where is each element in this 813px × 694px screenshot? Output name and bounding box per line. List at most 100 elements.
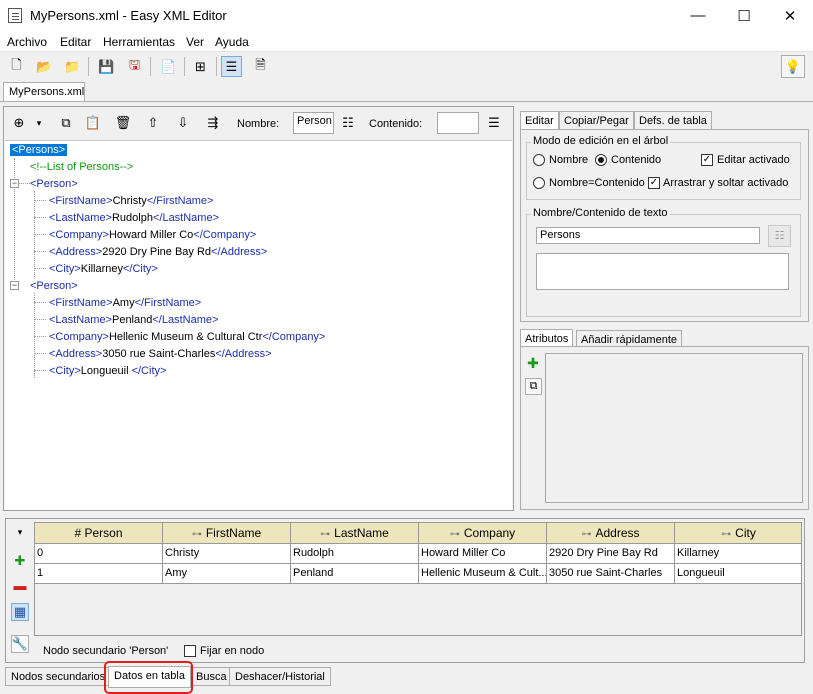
add-row-icon[interactable]: ✚ xyxy=(11,552,29,570)
tab-busca[interactable]: Busca xyxy=(190,667,233,686)
tree-node-address[interactable]: <Address>3050 rue Saint-Charles</Address… xyxy=(49,346,272,362)
add-child-icon[interactable]: ⇶ xyxy=(203,113,223,133)
name-content-input[interactable]: Persons xyxy=(536,227,760,244)
table-cell[interactable]: 2920 Dry Pine Bay Rd xyxy=(547,544,675,564)
tab-atributos[interactable]: Atributos xyxy=(520,329,574,347)
radio-nombre-contenido[interactable] xyxy=(533,177,545,189)
tab-deshacer-historial[interactable]: Deshacer/Historial xyxy=(229,667,331,686)
collapse-icon[interactable]: − xyxy=(10,179,19,188)
col-header-person[interactable]: # Person xyxy=(35,523,163,544)
node-value: Amy xyxy=(112,297,135,309)
table-cell[interactable]: 0 xyxy=(35,544,163,564)
name-input[interactable]: Person xyxy=(293,112,334,134)
tree-node-firstname[interactable]: <FirstName>Amy</FirstName> xyxy=(49,295,201,311)
move-up-icon[interactable]: ⇧ xyxy=(143,113,163,133)
tree-node-city[interactable]: <City>Longueuil </City> xyxy=(49,363,166,379)
col-header-address[interactable]: ⊶ Address xyxy=(547,523,675,544)
menu-editar[interactable]: Editar xyxy=(60,35,91,49)
table-cell[interactable]: Rudolph xyxy=(291,544,419,564)
edit-mode-group: Modo de edición en el árbol Nombre Conte… xyxy=(526,135,801,200)
document-icon[interactable]: 🗎 xyxy=(250,56,271,77)
add-attribute-icon[interactable]: ✚ xyxy=(525,355,541,371)
move-down-icon[interactable]: ⇩ xyxy=(173,113,193,133)
tree-node-company[interactable]: <Company>Hellenic Museum & Cultural Ctr<… xyxy=(49,329,325,345)
table-cell[interactable]: Longueuil xyxy=(675,564,801,584)
tree-node-firstname[interactable]: <FirstName>Christy</FirstName> xyxy=(49,193,213,209)
delete-icon[interactable]: 🗑 xyxy=(113,113,133,133)
table-cell[interactable]: Penland xyxy=(291,564,419,584)
menu-archivo[interactable]: Archivo xyxy=(7,35,47,49)
text-align-icon[interactable]: ☰ xyxy=(484,113,504,133)
tree-node-lastname[interactable]: <LastName>Rudolph</LastName> xyxy=(49,210,219,226)
copy-attributes-icon[interactable]: ⧉ xyxy=(525,378,542,395)
attributes-list[interactable] xyxy=(545,353,803,503)
element-icon: ⊶ xyxy=(320,529,331,540)
chevron-down-icon[interactable]: ▾ xyxy=(11,523,29,541)
table-view-icon[interactable]: ▦ xyxy=(11,603,29,621)
tree-node-comment[interactable]: <!--List of Persons--> xyxy=(30,159,133,175)
add-node-icon[interactable]: ⊕ xyxy=(9,113,29,133)
col-header-lastname[interactable]: ⊶ LastName xyxy=(291,523,419,544)
radio-nombre[interactable] xyxy=(533,154,545,166)
table-cell[interactable]: Amy xyxy=(163,564,291,584)
menu-herramientas[interactable]: Herramientas xyxy=(103,35,175,49)
node-value: 2920 Dry Pine Bay Rd xyxy=(102,246,212,258)
tree-structure-icon[interactable]: ⊞ xyxy=(190,56,211,77)
content-label: Contenido: xyxy=(369,118,423,130)
open-folder-icon[interactable]: 📂 xyxy=(34,56,55,77)
save-all-icon[interactable]: 🖫 xyxy=(124,56,145,77)
content-input[interactable] xyxy=(437,112,479,134)
tab-defs-tabla[interactable]: Defs. de tabla xyxy=(634,111,712,129)
collapse-icon[interactable]: − xyxy=(10,281,19,290)
tree-node-lastname[interactable]: <LastName>Penland</LastName> xyxy=(49,312,218,328)
lightbulb-icon[interactable]: 💡 xyxy=(781,55,805,78)
tree-node-root[interactable]: <Persons> xyxy=(10,142,68,158)
remove-row-icon[interactable]: ▬ xyxy=(11,576,29,594)
tree-node-city[interactable]: <City>Killarney</City> xyxy=(49,261,158,277)
text-align-icon[interactable]: ☰ xyxy=(221,56,242,77)
list-icon[interactable]: ☷ xyxy=(768,225,791,247)
table-cell[interactable]: 3050 rue Saint-Charles xyxy=(547,564,675,584)
data-grid[interactable]: # Person ⊶ FirstName ⊶ LastName ⊶ Company ⊶… xyxy=(34,522,802,636)
table-cell[interactable]: Howard Miller Co xyxy=(419,544,547,564)
col-header-firstname[interactable]: ⊶ FirstName xyxy=(163,523,291,544)
list-icon[interactable]: ☷ xyxy=(338,113,358,133)
tree-node-person[interactable]: <Person> xyxy=(30,278,78,294)
copy-icon[interactable]: ⧉ xyxy=(56,113,76,133)
table-cell[interactable]: Christy xyxy=(163,544,291,564)
node-open-tag: <City> xyxy=(49,263,81,275)
save-icon[interactable]: 💾 xyxy=(96,56,117,77)
col-header-company[interactable]: ⊶ Company xyxy=(419,523,547,544)
tree-node-address[interactable]: <Address>2920 Dry Pine Bay Rd</Address> xyxy=(49,244,267,260)
tab-nodos-secundarios[interactable]: Nodos secundarios xyxy=(5,667,112,686)
export-icon[interactable]: 📄 xyxy=(158,56,179,77)
radio-contenido[interactable] xyxy=(595,154,607,166)
edit-enabled-checkbox[interactable]: ✓ xyxy=(701,154,713,166)
close-button[interactable]: ✕ xyxy=(767,0,813,31)
menu-ver[interactable]: Ver xyxy=(186,35,204,49)
tab-editar[interactable]: Editar xyxy=(520,111,559,129)
tree-node-person[interactable]: <Person> xyxy=(30,176,78,192)
node-value: Killarney xyxy=(80,263,123,275)
table-cell[interactable]: Killarney xyxy=(675,544,801,564)
table-cell[interactable]: 1 xyxy=(35,564,163,584)
wrench-icon[interactable]: 🔧 xyxy=(11,635,29,653)
xml-tree[interactable]: <Persons> <!--List of Persons--> − <Pers… xyxy=(5,140,512,510)
element-icon: ⊶ xyxy=(721,529,732,540)
node-close-tag: </Company> xyxy=(262,331,326,343)
content-textarea[interactable] xyxy=(536,253,789,290)
document-tab[interactable]: MyPersons.xml xyxy=(3,82,85,101)
new-file-icon[interactable]: 🗋 xyxy=(6,56,27,77)
chevron-down-icon[interactable]: ▾ xyxy=(33,113,45,133)
tab-copiar-pegar[interactable]: Copiar/Pegar xyxy=(559,111,634,129)
paste-icon[interactable]: 📋 xyxy=(83,113,103,133)
menu-ayuda[interactable]: Ayuda xyxy=(215,35,249,49)
maximize-button[interactable]: ☐ xyxy=(721,0,767,31)
drag-drop-checkbox[interactable]: ✓ xyxy=(648,177,660,189)
table-cell[interactable]: Hellenic Museum & Cult... xyxy=(419,564,547,584)
pin-node-checkbox[interactable] xyxy=(184,645,196,657)
col-header-city[interactable]: ⊶ City xyxy=(675,523,801,544)
open-folder-alt-icon[interactable]: 📁 xyxy=(62,56,83,77)
tree-node-company[interactable]: <Company>Howard Miller Co</Company> xyxy=(49,227,256,243)
minimize-button[interactable]: — xyxy=(675,0,721,31)
